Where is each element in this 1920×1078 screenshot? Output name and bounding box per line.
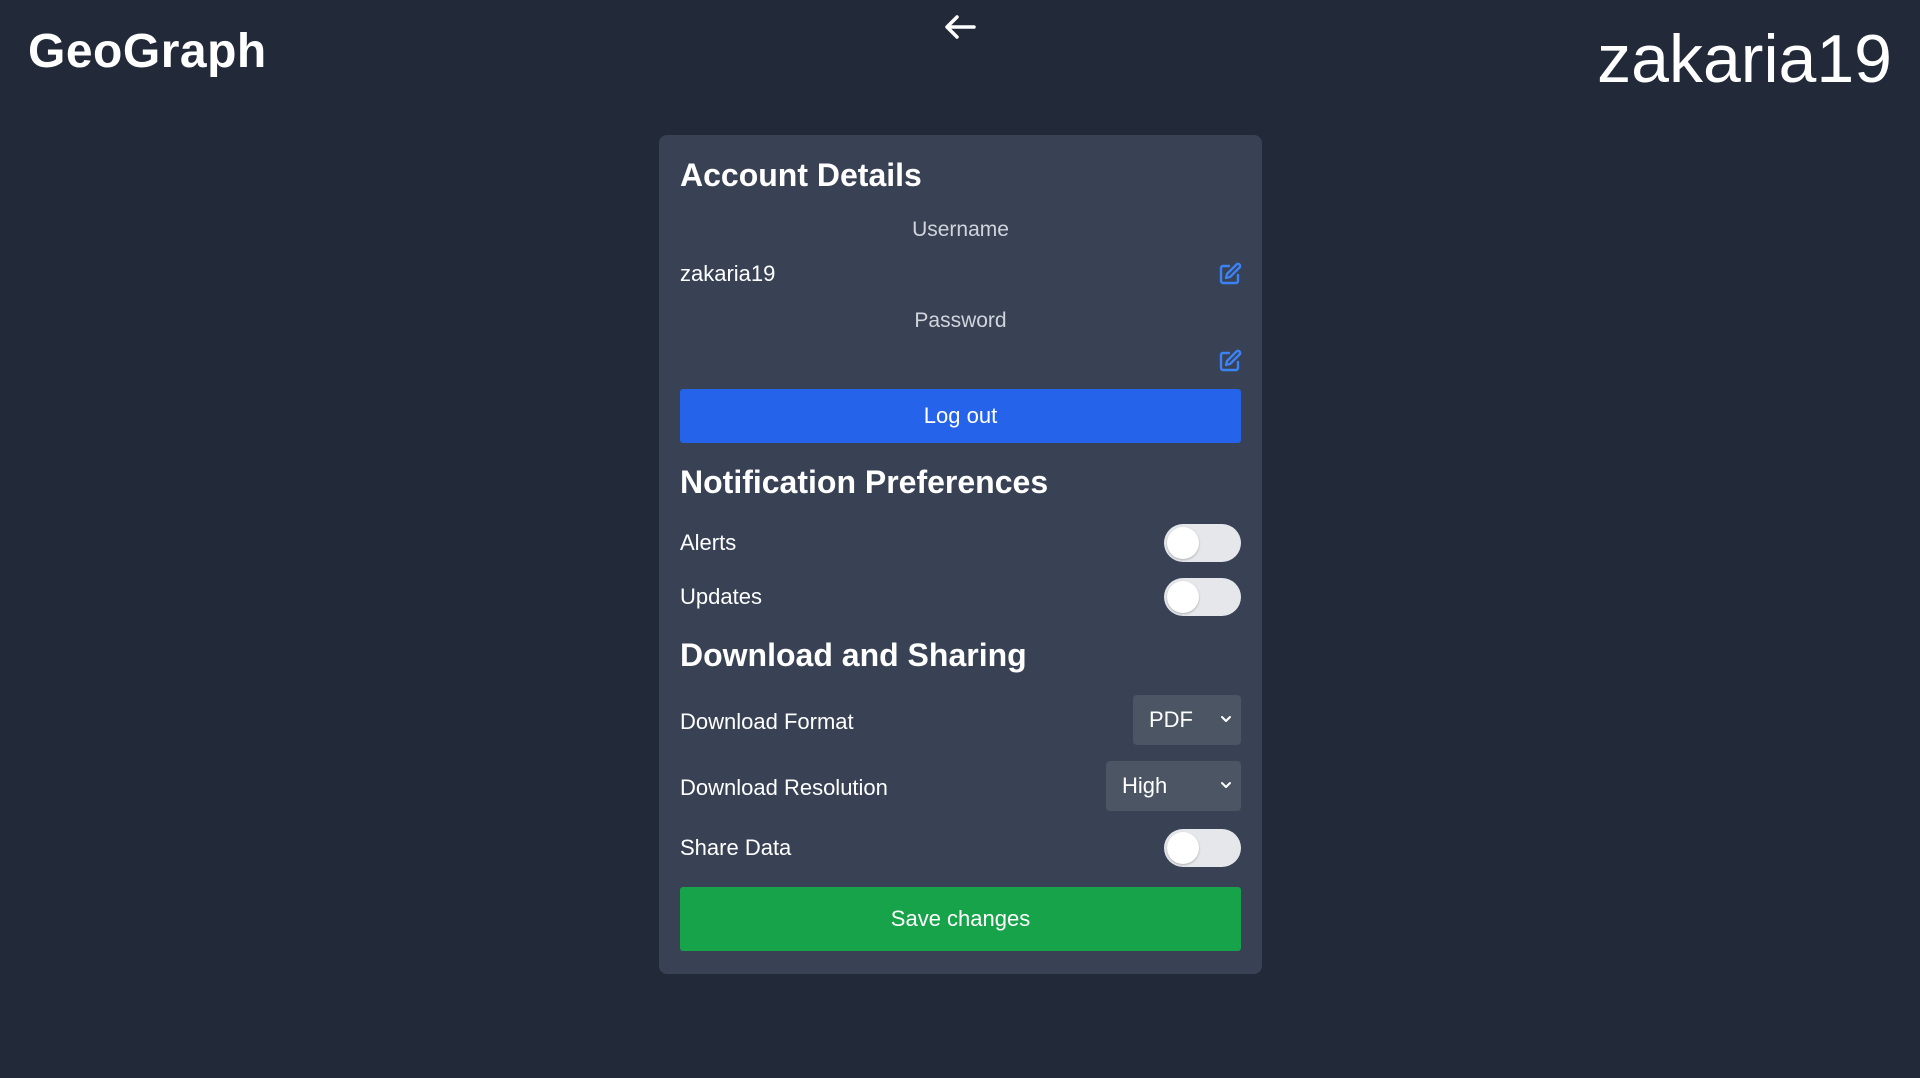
alerts-toggle[interactable] (1164, 524, 1241, 562)
password-label: Password (914, 309, 1007, 332)
download-resolution-select[interactable]: High (1106, 761, 1241, 811)
download-resolution-label: Download Resolution (680, 775, 888, 800)
toggle-knob (1167, 581, 1199, 613)
download-format-label: Download Format (680, 709, 854, 734)
chevron-down-icon (1221, 716, 1231, 722)
updates-label: Updates (680, 584, 762, 609)
settings-card: Account Details Username zakaria19 Passw… (659, 135, 1262, 974)
username-value: zakaria19 (680, 261, 776, 286)
download-resolution-value: High (1122, 773, 1168, 798)
share-data-toggle[interactable] (1164, 829, 1241, 867)
arrow-left-icon (945, 15, 976, 39)
chevron-down-icon (1221, 782, 1231, 788)
notification-preferences-title: Notification Preferences (680, 464, 1049, 500)
download-format-select[interactable]: PDF (1133, 695, 1241, 745)
toggle-knob (1167, 527, 1199, 559)
share-data-label: Share Data (680, 835, 792, 860)
save-changes-button[interactable]: Save changes (680, 887, 1241, 951)
back-button[interactable] (940, 10, 980, 44)
toggle-knob (1167, 832, 1199, 864)
account-details-title: Account Details (680, 157, 922, 193)
app-title: GeoGraph (28, 25, 267, 78)
updates-toggle[interactable] (1164, 578, 1241, 616)
download-format-value: PDF (1149, 707, 1193, 732)
download-sharing-title: Download and Sharing (680, 637, 1027, 673)
logout-button[interactable]: Log out (680, 389, 1241, 443)
username-label: Username (912, 218, 1009, 241)
edit-icon[interactable] (1218, 349, 1242, 373)
username-display: zakaria19 (1597, 21, 1892, 97)
alerts-label: Alerts (680, 530, 737, 555)
edit-icon[interactable] (1218, 262, 1242, 286)
